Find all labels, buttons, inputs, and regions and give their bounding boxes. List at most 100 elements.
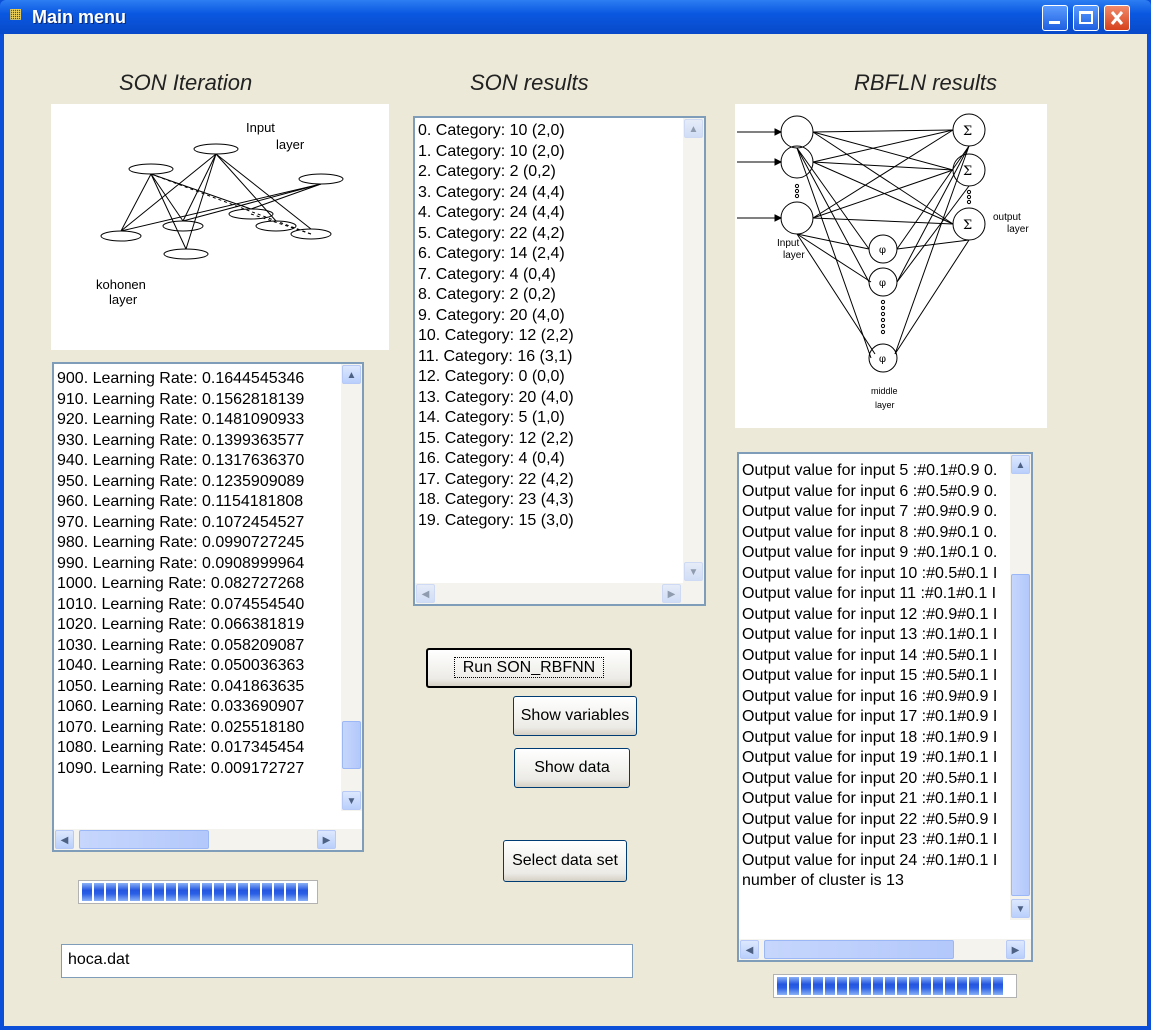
scroll-right-icon[interactable]: ▶ [662,584,681,603]
iteration-list-item[interactable]: 1080. Learning Rate: 0.017345454 [54,738,342,759]
iteration-list-item[interactable]: 950. Learning Rate: 0.1235909089 [54,472,342,493]
run-son-rbfnn-button[interactable]: Run SON_RBFNN [426,648,632,688]
rbfln-output-item[interactable]: Output value for input 24 :#0.1#0.1 I [739,851,1011,872]
son-result-item[interactable]: 16. Category: 4 (0,4) [415,449,683,470]
son-result-item[interactable]: 7. Category: 4 (0,4) [415,265,683,286]
rbfln-vscrollbar[interactable]: ▲ ▼ [1010,454,1031,920]
scroll-left-icon[interactable]: ◀ [55,830,74,849]
rbfln-hscrollbar[interactable]: ◀ ▶ [739,939,1031,960]
son-result-item[interactable]: 1. Category: 10 (2,0) [415,142,683,163]
iteration-list-item[interactable]: 980. Learning Rate: 0.0990727245 [54,533,342,554]
son-result-item[interactable]: 3. Category: 24 (4,4) [415,183,683,204]
iteration-list-item[interactable]: 930. Learning Rate: 0.1399363577 [54,431,342,452]
iteration-list-item[interactable]: 1050. Learning Rate: 0.041863635 [54,677,342,698]
son-result-item[interactable]: 18. Category: 23 (4,3) [415,490,683,511]
rbfln-output-item[interactable]: Output value for input 7 :#0.9#0.9 0. [739,502,1011,523]
iteration-list-item[interactable]: 1060. Learning Rate: 0.033690907 [54,697,342,718]
rbfln-output-item[interactable]: Output value for input 22 :#0.5#0.9 I [739,810,1011,831]
rbfln-output-item[interactable]: Output value for input 10 :#0.5#0.1 I [739,564,1011,585]
rbfln-output-item[interactable]: Output value for input 13 :#0.1#0.1 I [739,625,1011,646]
sigma-label: Σ [963,124,972,139]
rbfln-output-listbox[interactable]: Output value for input 5 :#0.1#0.9 0. Out… [737,452,1033,962]
rbfln-output-item[interactable]: Output value for input 18 :#0.1#0.9 I [739,728,1011,749]
scroll-down-icon[interactable]: ▼ [1011,899,1030,918]
iteration-list-item[interactable]: 940. Learning Rate: 0.1317636370 [54,451,342,472]
filename-input[interactable]: hoca.dat [61,944,633,978]
rbfln-output-item[interactable]: Output value for input 20 :#0.5#0.1 I [739,769,1011,790]
maximize-button[interactable] [1073,5,1099,31]
phi-label: φ [879,278,886,289]
rbfln-output-item[interactable]: Output value for input 16 :#0.9#0.9 I [739,687,1011,708]
son-result-item[interactable]: 9. Category: 20 (4,0) [415,306,683,327]
son-result-item[interactable]: 14. Category: 5 (1,0) [415,408,683,429]
son-result-item[interactable]: 6. Category: 14 (2,4) [415,244,683,265]
rbfln-hscroll-thumb[interactable] [764,940,954,959]
rbfln-output-item[interactable]: number of cluster is 13 [739,871,1011,892]
scroll-left-icon[interactable]: ◀ [416,584,435,603]
son-result-item[interactable]: 2. Category: 2 (0,2) [415,162,683,183]
son-result-item[interactable]: 12. Category: 0 (0,0) [415,367,683,388]
son-result-item[interactable]: 0. Category: 10 (2,0) [415,121,683,142]
progress-block [909,977,919,995]
rbfln-output-item[interactable]: Output value for input 9 :#0.1#0.1 0. [739,543,1011,564]
iteration-list-item[interactable]: 1030. Learning Rate: 0.058209087 [54,636,342,657]
scroll-up-icon[interactable]: ▲ [1011,455,1030,474]
scroll-down-icon[interactable]: ▼ [342,791,361,810]
iteration-list-item[interactable]: 960. Learning Rate: 0.1154181808 [54,492,342,513]
close-button[interactable] [1104,5,1130,31]
iteration-list-item[interactable]: 910. Learning Rate: 0.1562818139 [54,390,342,411]
son-result-item[interactable]: 4. Category: 24 (4,4) [415,203,683,224]
iteration-list-item[interactable]: 1090. Learning Rate: 0.009172727 [54,759,342,780]
scroll-up-icon[interactable]: ▲ [684,119,703,138]
son-result-item[interactable]: 17. Category: 22 (4,2) [415,470,683,491]
iteration-vscrollbar[interactable]: ▲ ▼ [341,364,362,811]
show-variables-button[interactable]: Show variables [513,696,637,736]
son-result-item[interactable]: 10. Category: 12 (2,2) [415,326,683,347]
iteration-list-item[interactable]: 1020. Learning Rate: 0.066381819 [54,615,342,636]
rbfln-output-item[interactable]: Output value for input 23 :#0.1#0.1 I [739,830,1011,851]
son-result-item[interactable]: 13. Category: 20 (4,0) [415,388,683,409]
rbfln-output-item[interactable]: Output value for input 5 :#0.1#0.9 0. [739,461,1011,482]
son-result-item[interactable]: 5. Category: 22 (4,2) [415,224,683,245]
son-result-item[interactable]: 11. Category: 16 (3,1) [415,347,683,368]
iteration-list-item[interactable]: 1070. Learning Rate: 0.025518180 [54,718,342,739]
iteration-listbox[interactable]: 900. Learning Rate: 0.1644545346 910. Lea… [52,362,364,852]
son-result-item[interactable]: 19. Category: 15 (3,0) [415,511,683,532]
select-data-set-button[interactable]: Select data set [503,840,627,882]
son-hscrollbar[interactable]: ◀ ▶ [415,583,704,604]
scroll-right-icon[interactable]: ▶ [1006,940,1025,959]
rbfln-output-item[interactable]: Output value for input 15 :#0.5#0.1 I [739,666,1011,687]
rbfln-output-item[interactable]: Output value for input 17 :#0.1#0.9 I [739,707,1011,728]
iteration-hscroll-thumb[interactable] [79,830,209,849]
iteration-list-item[interactable]: 1010. Learning Rate: 0.074554540 [54,595,342,616]
progress-block [957,977,967,995]
iteration-list-item[interactable]: 990. Learning Rate: 0.0908999964 [54,554,342,575]
scroll-up-icon[interactable]: ▲ [342,365,361,384]
iteration-hscrollbar[interactable]: ◀ ▶ [54,829,362,850]
iteration-list-item[interactable]: 970. Learning Rate: 0.1072454527 [54,513,342,534]
rbfln-output-item[interactable]: Output value for input 8 :#0.9#0.1 0. [739,523,1011,544]
iteration-list-item[interactable]: 900. Learning Rate: 0.1644545346 [54,369,342,390]
son-result-item[interactable]: 8. Category: 2 (0,2) [415,285,683,306]
minimize-button[interactable] [1042,5,1068,31]
show-data-button[interactable]: Show data [514,748,630,788]
iteration-vscroll-thumb[interactable] [342,721,361,769]
son-results-listbox[interactable]: 0. Category: 10 (2,0) 1. Category: 10 (2,… [413,116,706,606]
scroll-left-icon[interactable]: ◀ [740,940,759,959]
iteration-list-item[interactable]: 1040. Learning Rate: 0.050036363 [54,656,342,677]
son-vscrollbar[interactable]: ▲ ▼ [683,118,704,583]
rbfln-output-item[interactable]: Output value for input 12 :#0.9#0.1 I [739,605,1011,626]
scroll-right-icon[interactable]: ▶ [317,830,336,849]
iteration-list-item[interactable]: 1000. Learning Rate: 0.082727268 [54,574,342,595]
rbfln-output-item[interactable]: Output value for input 21 :#0.1#0.1 I [739,789,1011,810]
son-result-item[interactable]: 15. Category: 12 (2,2) [415,429,683,450]
rbf-input-label-1: Input [777,238,799,249]
rbfln-output-item[interactable]: Output value for input 19 :#0.1#0.1 I [739,748,1011,769]
iteration-list-item[interactable]: 920. Learning Rate: 0.1481090933 [54,410,342,431]
rbfln-vscroll-thumb[interactable] [1011,574,1030,896]
title-bar[interactable]: ▦ Main menu [0,0,1151,34]
rbfln-output-item[interactable]: Output value for input 6 :#0.5#0.9 0. [739,482,1011,503]
rbfln-output-item[interactable]: Output value for input 11 :#0.1#0.1 I [739,584,1011,605]
rbfln-output-item[interactable]: Output value for input 14 :#0.5#0.1 I [739,646,1011,667]
scroll-down-icon[interactable]: ▼ [684,562,703,581]
